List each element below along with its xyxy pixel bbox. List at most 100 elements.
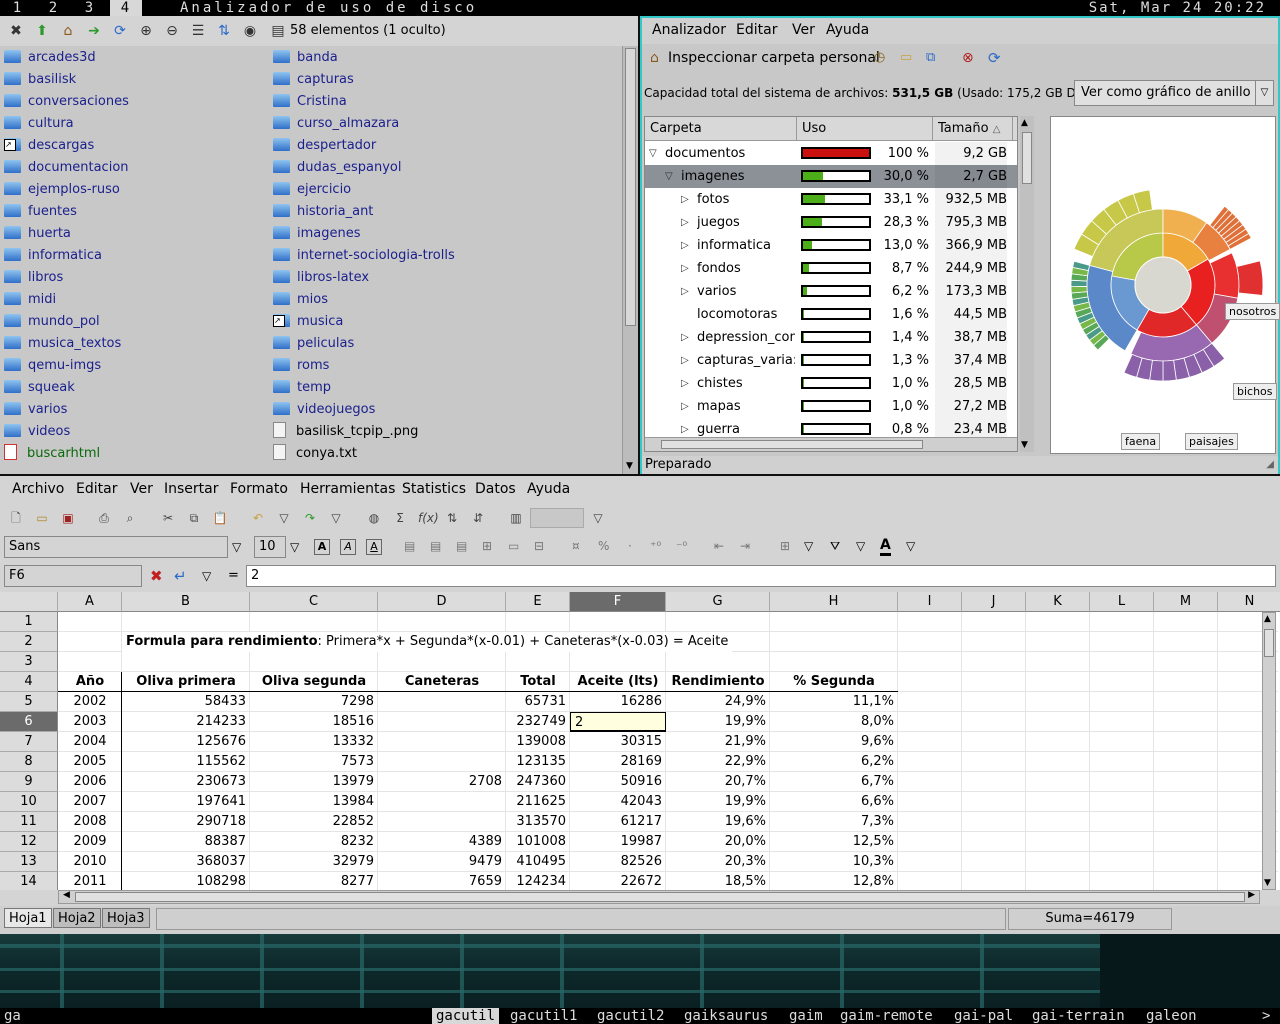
file-item[interactable]: squeak	[4, 377, 75, 399]
tree-row[interactable]: ▷ chistes 1,0 % 28,5 MB	[645, 372, 1017, 395]
expander-closed-icon[interactable]: ▷	[681, 372, 689, 395]
percent-icon[interactable]: %	[598, 539, 609, 553]
menu-ayuda[interactable]: Ayuda	[826, 22, 869, 38]
table-cell[interactable]: 101008	[506, 832, 570, 852]
column-header[interactable]: F	[570, 592, 666, 612]
header-cell[interactable]: Oliva segunda	[250, 672, 378, 692]
cut-icon[interactable]: ✂	[160, 510, 176, 526]
function-dropdown-icon[interactable]: ▽	[202, 569, 211, 583]
expander-closed-icon[interactable]: ▷	[681, 188, 689, 211]
sheet-horizontal-scrollbar[interactable]: ◀ ▶	[58, 890, 1260, 904]
print-icon[interactable]: ⎙	[96, 510, 112, 526]
column-header[interactable]: N	[1218, 592, 1280, 612]
completion-item[interactable]: gai-pal	[954, 1008, 1013, 1024]
formula-note-cell[interactable]: Formula para rendimiento: Primera*x + Se…	[122, 632, 733, 652]
table-cell[interactable]: 18,5%	[666, 872, 770, 890]
file-item[interactable]: libros-latex	[273, 267, 369, 289]
row-header[interactable]: 12	[0, 832, 58, 852]
table-cell[interactable]: 20,0%	[666, 832, 770, 852]
thousands-icon[interactable]: ·	[628, 539, 632, 553]
file-item[interactable]: imagenes	[273, 223, 361, 245]
header-cell[interactable]: Aceite (lts)	[570, 672, 666, 692]
menu-insertar[interactable]: Insertar	[164, 481, 219, 497]
file-item[interactable]: musica	[273, 311, 343, 333]
completion-item[interactable]: galeon	[1146, 1008, 1197, 1024]
tree-row[interactable]: ▷ varios 6,2 % 173,3 MB	[645, 280, 1017, 303]
table-cell[interactable]: 32979	[250, 852, 378, 872]
sort-desc-icon[interactable]: ⇵	[470, 510, 486, 526]
column-header[interactable]: I	[898, 592, 962, 612]
hyperlink-icon[interactable]: ◍	[366, 510, 382, 526]
file-item[interactable]: basilisk	[4, 69, 76, 91]
file-item[interactable]: banda	[273, 47, 338, 69]
bold-button[interactable]: A	[314, 539, 330, 555]
table-cell[interactable]: 230673	[122, 772, 250, 792]
ring-segment[interactable]	[1236, 260, 1264, 296]
workspace-1[interactable]: 1	[2, 0, 34, 16]
ring-segment[interactable]	[1209, 252, 1240, 299]
file-item[interactable]: mios	[273, 289, 328, 311]
tree-row[interactable]: ▷ fotos 33,1 % 932,5 MB	[645, 188, 1017, 211]
menu-archivo[interactable]: Archivo	[12, 481, 64, 497]
table-cell[interactable]: 197641	[122, 792, 250, 812]
file-item[interactable]: conversaciones	[4, 91, 129, 113]
row-header[interactable]: 2	[0, 632, 58, 652]
header-cell[interactable]: Año	[58, 672, 122, 692]
ring-chart[interactable]: nosotros bichos faena paisajes	[1050, 116, 1280, 454]
sheet-vertical-scrollbar[interactable]: ▲ ▼	[1262, 612, 1276, 890]
table-cell[interactable]: 7573	[250, 752, 378, 772]
row-header[interactable]: 9	[0, 772, 58, 792]
column-header[interactable]: L	[1090, 592, 1154, 612]
menu-datos[interactable]: Datos	[475, 481, 516, 497]
scan-home-button[interactable]: Inspeccionar carpeta personal	[668, 50, 880, 66]
completion-item[interactable]: gaim-remote	[840, 1008, 933, 1024]
table-cell[interactable]: 368037	[122, 852, 250, 872]
file-item[interactable]: descargas	[4, 135, 94, 157]
column-header[interactable]: A	[58, 592, 122, 612]
table-cell[interactable]: 88387	[122, 832, 250, 852]
table-cell[interactable]: 18516	[250, 712, 378, 732]
table-cell[interactable]	[378, 692, 506, 712]
expander-open-icon[interactable]: ▽	[665, 165, 673, 188]
redo-icon[interactable]: ↷	[302, 510, 318, 526]
row-header[interactable]: 3	[0, 652, 58, 672]
home-icon[interactable]: ⌂	[60, 23, 76, 39]
file-item[interactable]: midi	[4, 289, 56, 311]
table-cell[interactable]: 7,3%	[770, 812, 898, 832]
row-header[interactable]: 13	[0, 852, 58, 872]
zoom-combo[interactable]	[530, 508, 584, 528]
workspace-2[interactable]: 2	[38, 0, 70, 16]
file-item[interactable]: internet-sociologia-trolls	[273, 245, 455, 267]
split-icon[interactable]: ⊟	[534, 539, 544, 553]
show-hidden-icon[interactable]: ◉	[242, 23, 258, 39]
row-header[interactable]: 11	[0, 812, 58, 832]
file-item[interactable]: temp	[273, 377, 331, 399]
copy-icon[interactable]: ⧉	[186, 510, 202, 526]
open-icon[interactable]: ▭	[34, 510, 50, 526]
column-header[interactable]: H	[770, 592, 898, 612]
font-size-combo[interactable]: 10	[254, 536, 286, 558]
table-cell[interactable]: 22852	[250, 812, 378, 832]
sort-icon[interactable]: ⇅	[216, 23, 232, 39]
tree-row[interactable]: ▷ informatica 13,0 % 366,9 MB	[645, 234, 1017, 257]
increase-indent-icon[interactable]: ⇥	[740, 539, 750, 553]
close-icon[interactable]: ✖	[8, 23, 24, 39]
file-manager-scrollbar[interactable]: ▼	[622, 46, 638, 474]
completion-item[interactable]: gacutil	[432, 1008, 500, 1024]
spreadsheet-grid[interactable]: A B C D E F G H I J K L M N 1 2 3 4 5 6 7 8 9 10 11 12 13 14 Formula…	[0, 592, 1280, 890]
file-item[interactable]: huerta	[4, 223, 71, 245]
table-cell[interactable]: 58433	[122, 692, 250, 712]
table-cell[interactable]: 2009	[58, 832, 122, 852]
column-header[interactable]: E	[506, 592, 570, 612]
table-cell[interactable]: 12,8%	[770, 872, 898, 890]
expander-closed-icon[interactable]: ▷	[681, 211, 689, 234]
up-icon[interactable]: ⬆	[34, 23, 50, 39]
row-header[interactable]: 7	[0, 732, 58, 752]
currency-icon[interactable]: ¤	[572, 539, 580, 553]
tree-vertical-scrollbar[interactable]: ▲ ▼	[1020, 116, 1034, 452]
table-cell[interactable]: 2008	[58, 812, 122, 832]
table-cell[interactable]: 125676	[122, 732, 250, 752]
autosum-icon[interactable]: Σ	[392, 510, 408, 526]
table-cell[interactable]: 42043	[570, 792, 666, 812]
table-cell[interactable]: 65731	[506, 692, 570, 712]
